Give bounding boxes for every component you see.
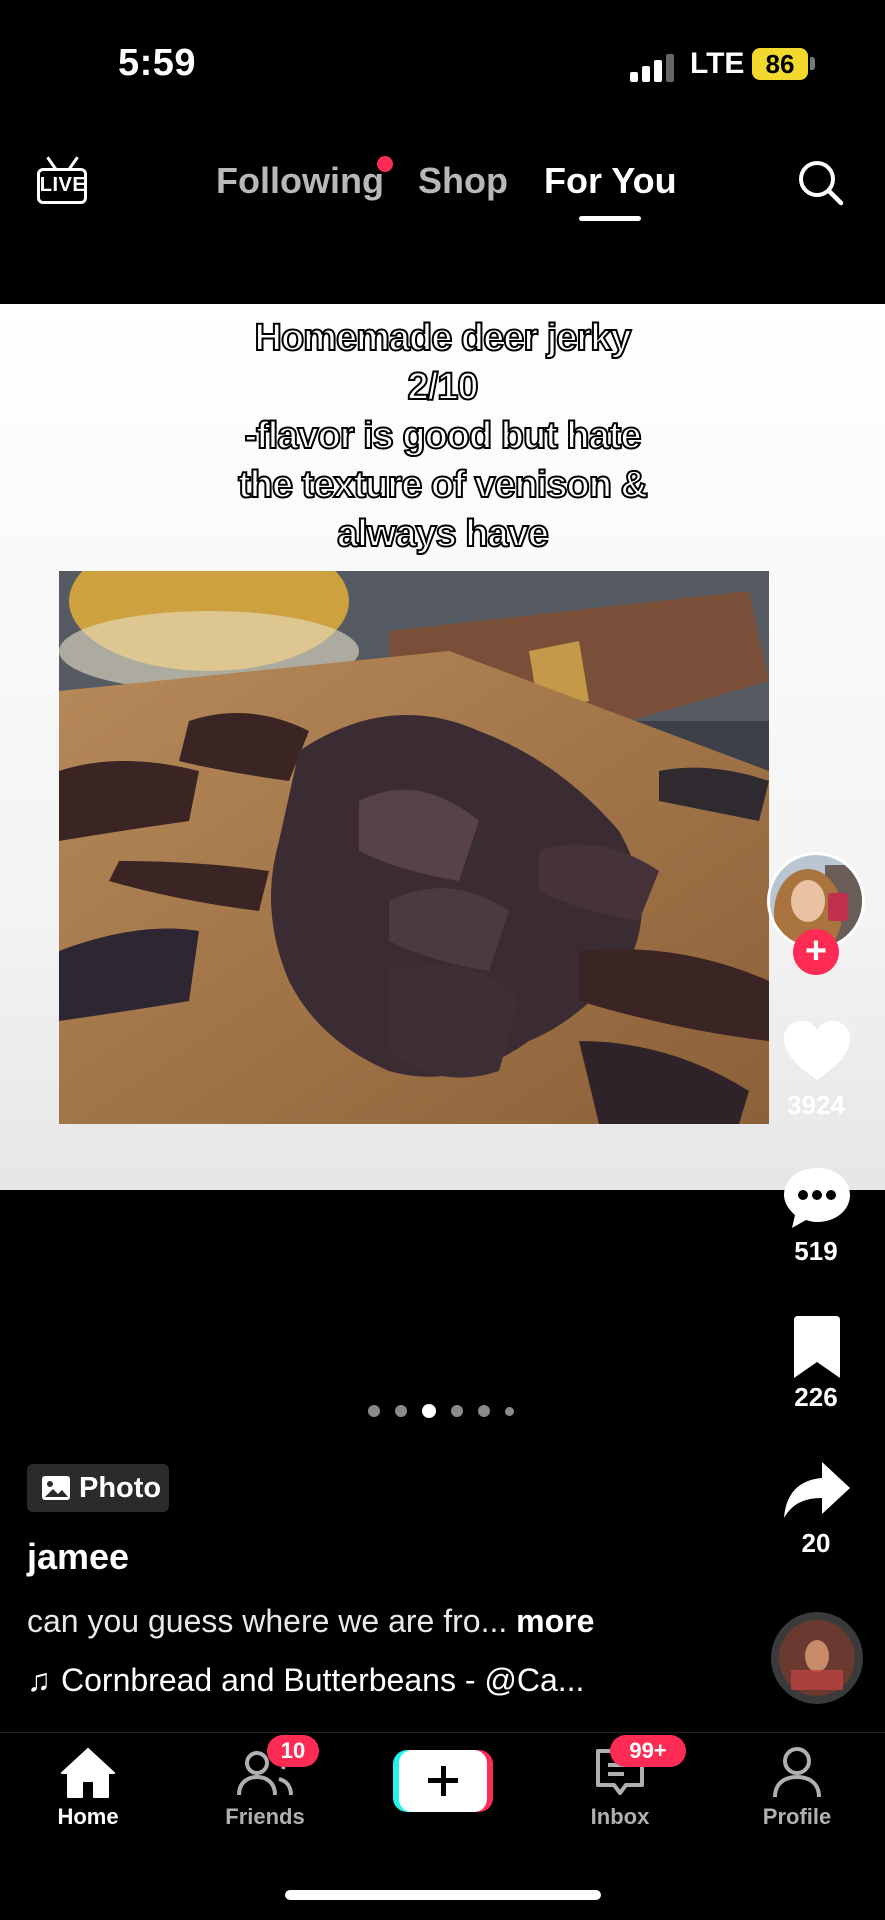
signal-icon xyxy=(630,52,674,82)
caption-line: always have xyxy=(336,512,550,556)
battery-icon: 86 xyxy=(752,48,808,80)
sound-title: Cornbread and Butterbeans - @Ca... xyxy=(61,1662,585,1698)
carousel-dot xyxy=(368,1405,380,1417)
home-indicator[interactable] xyxy=(285,1890,601,1900)
battery-nub xyxy=(810,57,815,70)
home-icon xyxy=(61,1748,115,1798)
comment-icon[interactable] xyxy=(782,1166,852,1230)
jerky-photo xyxy=(59,571,769,1124)
comment-count: 519 xyxy=(794,1236,838,1266)
caption-line: -flavor is good but hate xyxy=(243,414,642,458)
carousel-indicator xyxy=(368,1404,514,1418)
bookmark-icon[interactable] xyxy=(782,1316,852,1380)
search-icon[interactable] xyxy=(796,158,844,206)
carousel-dot-active xyxy=(422,1404,436,1418)
like-count: 3924 xyxy=(787,1090,845,1120)
description-text: can you guess where we are fro... xyxy=(27,1603,508,1639)
live-label: LIVE xyxy=(39,174,87,196)
bottom-nav-divider xyxy=(0,1732,885,1733)
photo-caption-overlay: Homemade deer jerky 2/10 -flavor is good… xyxy=(140,314,745,559)
photo-type-label: Photo xyxy=(79,1471,162,1504)
follow-button[interactable]: + xyxy=(793,929,839,975)
carousel-dot xyxy=(395,1405,407,1417)
tab-for-you[interactable]: For You xyxy=(544,160,677,202)
nav-inbox-label: Inbox xyxy=(590,1804,650,1829)
post-description[interactable]: can you guess where we are fro... more xyxy=(27,1603,594,1640)
tab-following[interactable]: Following xyxy=(216,160,384,202)
sound-link[interactable]: ♫ Cornbread and Butterbeans - @Ca... xyxy=(27,1662,584,1699)
tab-shop[interactable]: Shop xyxy=(418,160,508,202)
nav-profile-label: Profile xyxy=(762,1804,832,1829)
following-notification-dot xyxy=(377,156,393,172)
share-icon[interactable] xyxy=(782,1460,852,1524)
nav-friends-label: Friends xyxy=(225,1804,305,1829)
save-count: 226 xyxy=(794,1382,838,1412)
photo-icon xyxy=(42,1476,70,1500)
nav-home-label: Home xyxy=(57,1804,119,1829)
share-count: 20 xyxy=(801,1528,831,1558)
friends-badge: 10 xyxy=(267,1735,319,1767)
live-button[interactable]: LIVE xyxy=(34,156,92,210)
caption-line: 2/10 xyxy=(407,365,480,409)
creator-username[interactable]: jamee xyxy=(27,1536,129,1578)
heart-icon[interactable] xyxy=(782,1020,852,1084)
create-button[interactable] xyxy=(393,1750,493,1812)
caption-line: Homemade deer jerky xyxy=(254,316,633,360)
profile-icon xyxy=(773,1747,821,1798)
music-note-icon: ♫ xyxy=(27,1662,51,1698)
carousel-dot xyxy=(478,1405,490,1417)
sound-disc[interactable] xyxy=(771,1612,863,1704)
caption-line: the texture of venison & xyxy=(237,463,649,507)
inbox-badge: 99+ xyxy=(610,1735,686,1767)
carousel-dot xyxy=(451,1405,463,1417)
status-time: 5:59 xyxy=(118,42,197,84)
active-tab-indicator xyxy=(579,216,641,221)
photo-type-badge: Photo xyxy=(27,1464,169,1512)
network-label: LTE xyxy=(690,47,745,80)
more-link[interactable]: more xyxy=(516,1603,594,1639)
carousel-dot xyxy=(505,1406,514,1416)
